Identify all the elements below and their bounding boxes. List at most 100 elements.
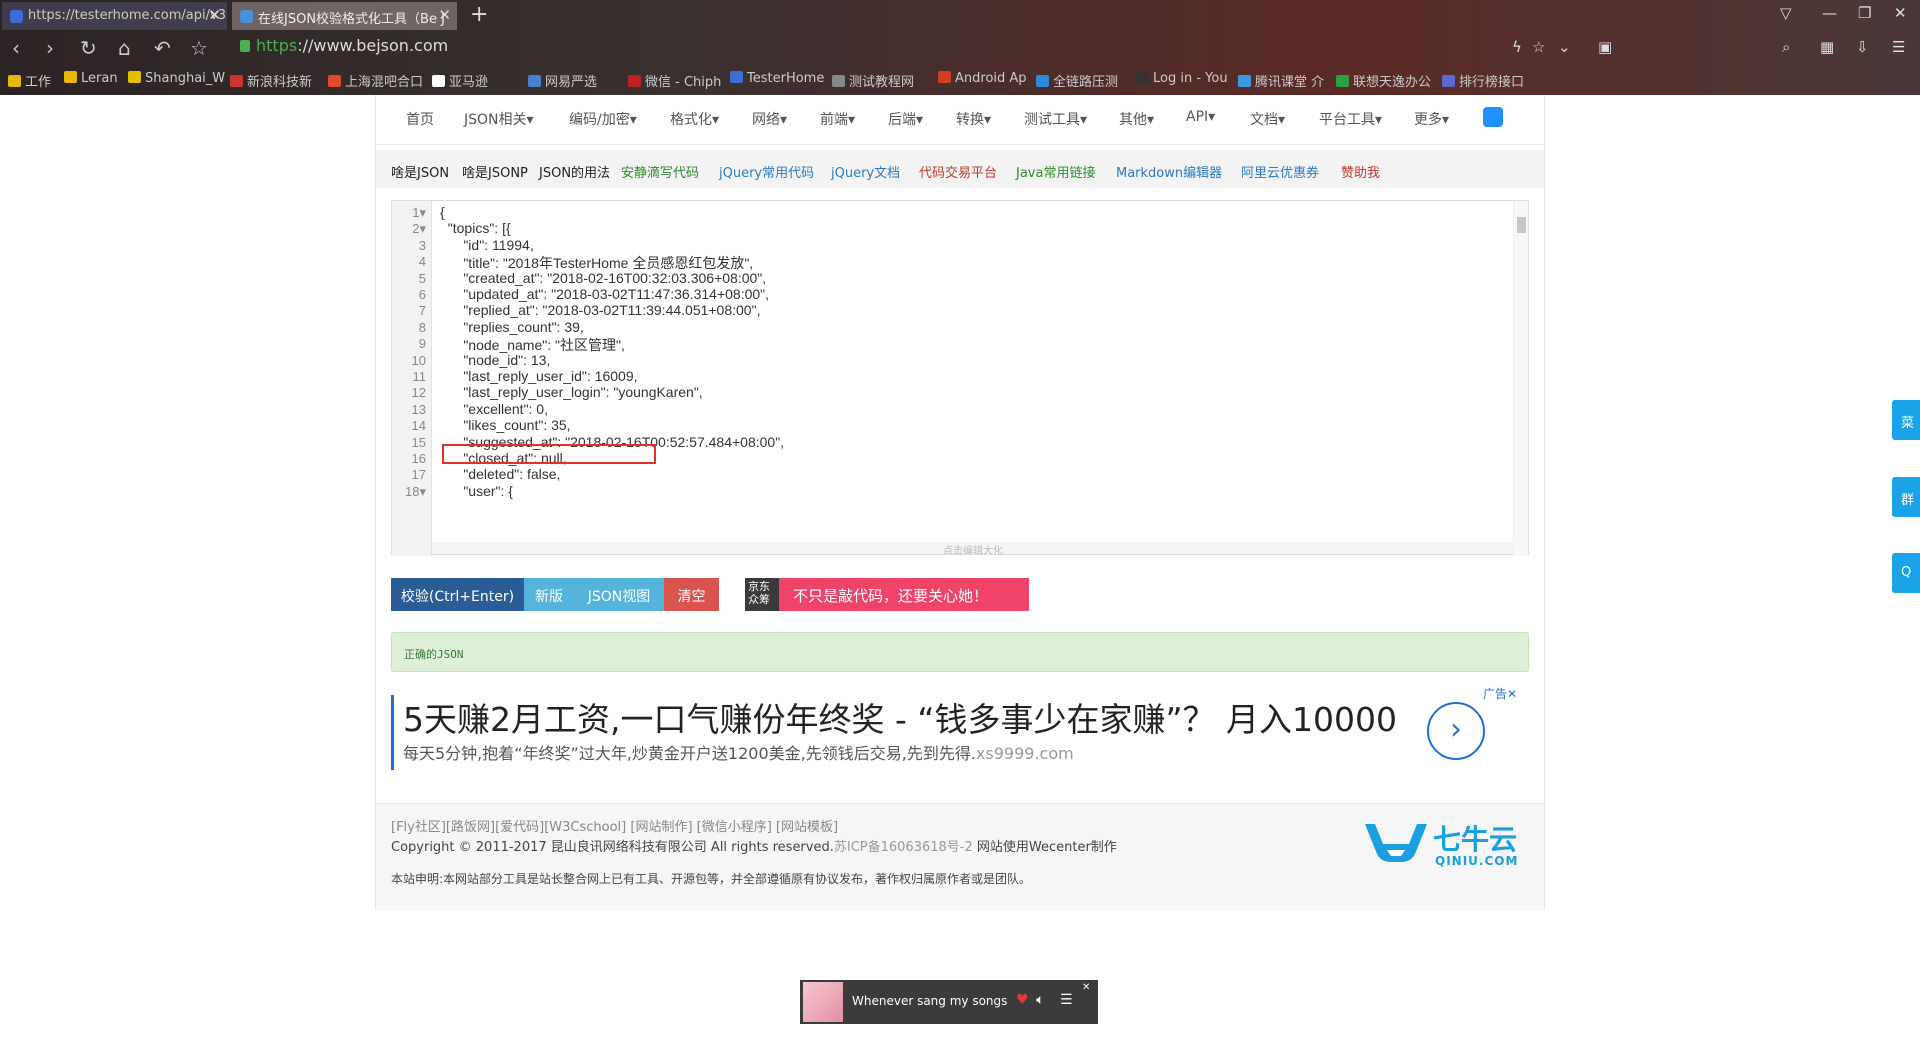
nav-item[interactable]: 平台工具▾ [1319, 109, 1382, 129]
download-icon[interactable]: ⇩ [1856, 38, 1869, 56]
clear-button[interactable]: 清空 [664, 578, 719, 611]
bookmark-item[interactable]: 网易严选 [528, 71, 597, 90]
chevron-right-icon[interactable]: › [1427, 702, 1485, 760]
bookmark-item[interactable]: TesterHome [730, 71, 824, 86]
bookmark-item[interactable]: 排行榜接口 [1442, 71, 1524, 90]
bookmark-item[interactable]: 亚马逊 [432, 71, 488, 90]
nav-item[interactable]: 编码/加密▾ [569, 109, 637, 129]
subnav-link[interactable]: jQuery文档 [831, 162, 900, 181]
bookmark-item[interactable]: 工作 [8, 71, 51, 90]
music-player[interactable]: Whenever sang my songs ♥ 🔈︎ ☰ ✕ [800, 980, 1098, 1024]
bookmark-item[interactable]: 腾讯课堂 介 [1238, 71, 1324, 90]
site-icon [1336, 75, 1349, 87]
ad-accent-bar [391, 695, 394, 770]
ad-description[interactable]: 每天5分钟,抱着“年终奖”过大年,炒黄金开户送1200美金,先领钱后交易,先到先… [403, 740, 1074, 764]
line-number: 14 [411, 418, 426, 434]
bookmark-item[interactable]: 新浪科技新 [230, 71, 312, 90]
jd-crowdfunding-label[interactable]: 京东众筹 [745, 578, 779, 611]
subnav-link[interactable]: JSON的用法 [539, 162, 610, 181]
shirt-icon[interactable]: ▽ [1780, 4, 1792, 22]
line-number: 6 [418, 287, 426, 302]
icp-link[interactable]: 苏ICP备16063618号-2 [834, 840, 973, 855]
ad-label[interactable]: 广告✕ [1483, 685, 1517, 702]
close-icon[interactable]: ✕ [1082, 982, 1090, 993]
nav-item[interactable]: 测试工具▾ [1024, 109, 1087, 129]
back-icon[interactable]: ‹ [12, 36, 20, 60]
nav-item[interactable]: API▾ [1186, 109, 1215, 125]
new-version-button[interactable]: 新版 [524, 578, 574, 611]
undo-icon[interactable]: ↶ [154, 36, 171, 60]
ad-banner[interactable]: 5天赚2月工资,一口气赚份年终奖 - “钱多事少在家赚”？ 月入10000 每天… [391, 685, 1529, 775]
star-icon[interactable]: ☆ [190, 36, 208, 60]
heart-icon[interactable]: ♥ [1016, 992, 1029, 1008]
footer-links[interactable]: [Fly社区][路饭网][爱代码][W3Cschool] [网站制作] [微信小… [391, 816, 838, 835]
subnav-link[interactable]: Java常用链接 [1016, 162, 1095, 181]
horizontal-scrollbar[interactable]: 点击编辑大化 [432, 542, 1514, 557]
bookmark-item[interactable]: Log in - You [1136, 71, 1228, 86]
lightning-icon[interactable]: ϟ [1512, 38, 1522, 56]
playlist-icon[interactable]: ☰ [1060, 992, 1073, 1008]
nav-item[interactable]: 首页 [406, 109, 434, 129]
nav-item[interactable]: 更多▾ [1414, 109, 1449, 129]
close-tab-icon[interactable]: ✕ [208, 6, 221, 24]
promo-banner[interactable]: 不只是敲代码，还要关心她！ [779, 578, 1029, 611]
new-tab-icon[interactable]: + [470, 2, 488, 27]
bookmark-item[interactable]: 测试教程网 [832, 71, 914, 90]
bookmark-item[interactable]: Shanghai_W [128, 71, 225, 86]
sub-nav: 啥是JSON 啥是JSONP JSON的用法 安静滴写代码 jQuery常用代码… [376, 150, 1544, 188]
nav-item[interactable]: 网络▾ [752, 109, 787, 129]
json-view-button[interactable]: JSON视图 [574, 578, 664, 611]
nav-item[interactable]: 格式化▾ [670, 109, 719, 129]
apps-icon[interactable]: ▦ [1820, 38, 1834, 56]
subnav-link[interactable]: 阿里云优惠券 [1241, 162, 1319, 181]
tab-testerhome-api[interactable]: https://testerhome.com/api/v3 ✕ [2, 2, 227, 30]
side-tab-menu[interactable]: 菜 [1892, 400, 1920, 440]
home-icon[interactable]: ⌂ [118, 36, 131, 60]
site-icon [528, 75, 541, 87]
bookmark-star-icon[interactable]: ☆ [1532, 38, 1545, 56]
subnav-link[interactable]: 啥是JSON [391, 162, 449, 181]
forward-icon[interactable]: › [46, 36, 54, 60]
nav-item[interactable]: JSON相关▾ [464, 109, 534, 129]
vertical-scrollbar[interactable] [1513, 201, 1528, 556]
url-field[interactable]: https://www.bejson.com [240, 36, 448, 55]
subnav-link[interactable]: jQuery常用代码 [719, 162, 814, 181]
tab-bejson[interactable]: 在线JSON校验格式化工具（Be J ✕ [232, 2, 457, 30]
nav-item[interactable]: 转换▾ [956, 109, 991, 129]
validate-button[interactable]: 校验(Ctrl+Enter) [391, 578, 524, 611]
nav-item[interactable]: 文档▾ [1250, 109, 1285, 129]
search-icon[interactable]: ⌕ [1782, 38, 1790, 56]
subnav-link[interactable]: 赞助我 [1341, 162, 1380, 181]
close-window-icon[interactable]: ✕ [1894, 4, 1907, 22]
extension-icon[interactable]: ▣ [1598, 38, 1612, 56]
bookmark-item[interactable]: Android Ap [938, 71, 1027, 86]
bookmark-item[interactable]: Leran [64, 71, 118, 86]
maximize-icon[interactable]: ❐ [1858, 4, 1871, 22]
nav-item[interactable]: 其他▾ [1119, 109, 1154, 129]
bookmark-item[interactable]: 上海混吧合口 [328, 71, 423, 90]
qiniu-logo[interactable]: 七牛云 QINIU.COM [1361, 814, 1517, 869]
json-editor[interactable]: 1▾ 2▾ 3 4 5 6 7 8 9 10 11 12 13 14 15 16 17 18▾ { "topics… [391, 200, 1529, 557]
subnav-link[interactable]: 安静滴写代码 [621, 162, 699, 181]
browser-chrome: https://testerhome.com/api/v3 ✕ 在线JSON校验… [0, 0, 1920, 95]
nav-item[interactable]: 前端▾ [820, 109, 855, 129]
subnav-link[interactable]: Markdown编辑器 [1116, 162, 1222, 181]
bookmark-item[interactable]: 微信 - Chiph [628, 71, 721, 90]
side-tab-qq[interactable]: Q [1892, 553, 1920, 593]
minimize-icon[interactable]: — [1822, 4, 1837, 22]
nav-item[interactable]: 后端▾ [888, 109, 923, 129]
reload-icon[interactable]: ↻ [80, 36, 97, 60]
ad-headline[interactable]: 5天赚2月工资,一口气赚份年终奖 - “钱多事少在家赚”？ 月入10000 [403, 693, 1397, 741]
subnav-link[interactable]: 代码交易平台 [919, 162, 997, 181]
subnav-link[interactable]: 啥是JSONP [462, 162, 528, 181]
scroll-thumb[interactable] [1517, 217, 1526, 233]
menu-icon[interactable]: ☰ [1892, 38, 1905, 56]
dropdown-icon[interactable]: ⌄ [1558, 38, 1571, 56]
site-icon [1238, 75, 1251, 87]
qq-icon[interactable] [1483, 107, 1503, 127]
side-tab-group[interactable]: 群 [1892, 477, 1920, 517]
bookmark-item[interactable]: 联想天逸办公 [1336, 71, 1431, 90]
bookmark-item[interactable]: 全链路压测 [1036, 71, 1118, 90]
close-tab-icon[interactable]: ✕ [438, 6, 451, 24]
volume-icon[interactable]: 🔈︎ [1036, 992, 1044, 1008]
